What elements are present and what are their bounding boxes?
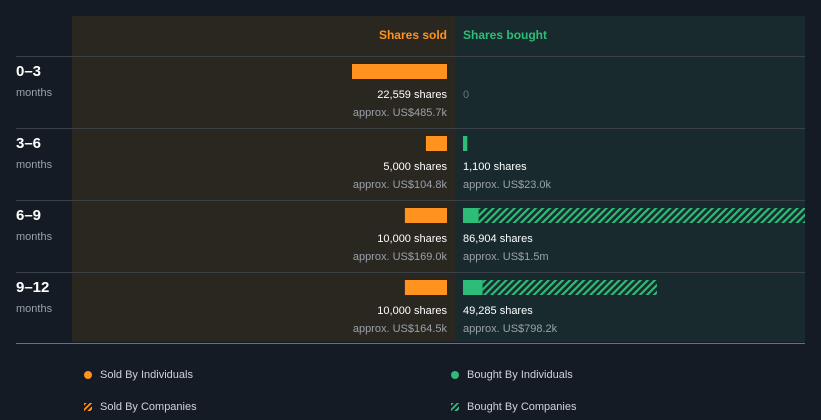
bought-value-label: approx. US$798.2k	[463, 323, 558, 335]
legend-dot-icon	[84, 371, 92, 379]
sold-shares-label: 10,000 shares	[377, 305, 447, 317]
sold-shares-label: 5,000 shares	[383, 161, 447, 173]
insider-trading-chart: Shares sold Shares bought 0–3 months 22,55…	[16, 16, 805, 344]
legend-hatch-icon	[84, 403, 92, 411]
sold-shares-label: 22,559 shares	[377, 89, 447, 101]
sold-value-label: approx. US$104.8k	[353, 179, 448, 191]
sold-value-label: approx. US$485.7k	[353, 107, 448, 119]
bought-value-label: approx. US$1.5m	[463, 251, 549, 263]
sold-individuals-bar	[425, 136, 447, 151]
legend-label: Bought By Individuals	[467, 369, 573, 381]
bought-individuals-bar	[463, 136, 468, 151]
period-unit-label: months	[16, 303, 53, 315]
shares-bought-header: Shares bought	[463, 28, 547, 42]
bought-companies-bar	[482, 280, 657, 295]
bought-value-label: approx. US$23.0k	[463, 179, 552, 191]
sold-value-label: approx. US$169.0k	[353, 251, 448, 263]
period-unit-label: months	[16, 231, 53, 243]
period-label: 6–9	[16, 207, 41, 224]
legend-item: Bought By Individuals	[451, 369, 573, 381]
bought-companies-bar	[478, 208, 805, 223]
legend-label: Sold By Companies	[100, 401, 197, 413]
sold-value-label: approx. US$164.5k	[353, 323, 448, 335]
legend-dot-icon	[451, 371, 459, 379]
shares-sold-header: Shares sold	[379, 28, 447, 42]
sold-individuals-bar	[404, 208, 447, 223]
period-label: 0–3	[16, 63, 41, 80]
legend-label: Sold By Individuals	[100, 369, 193, 381]
bought-individuals-bar	[463, 208, 479, 223]
legend-label: Bought By Companies	[467, 401, 577, 413]
sold-individuals-bar	[404, 280, 447, 295]
bought-shares-label: 1,100 shares	[463, 161, 527, 173]
bought-shares-label: 49,285 shares	[463, 305, 533, 317]
sold-individuals-bar	[352, 64, 447, 79]
period-label: 3–6	[16, 135, 41, 152]
legend-item: Sold By Companies	[84, 401, 197, 413]
bought-shares-label: 0	[463, 89, 469, 101]
sold-shares-label: 10,000 shares	[377, 233, 447, 245]
legend-hatch-icon	[451, 403, 459, 411]
period-unit-label: months	[16, 159, 53, 171]
bought-individuals-bar	[463, 280, 483, 295]
legend-item: Bought By Companies	[451, 401, 576, 413]
period-unit-label: months	[16, 87, 53, 99]
legend-item: Sold By Individuals	[84, 369, 193, 381]
period-label: 9–12	[16, 279, 49, 296]
bought-shares-label: 86,904 shares	[463, 233, 533, 245]
